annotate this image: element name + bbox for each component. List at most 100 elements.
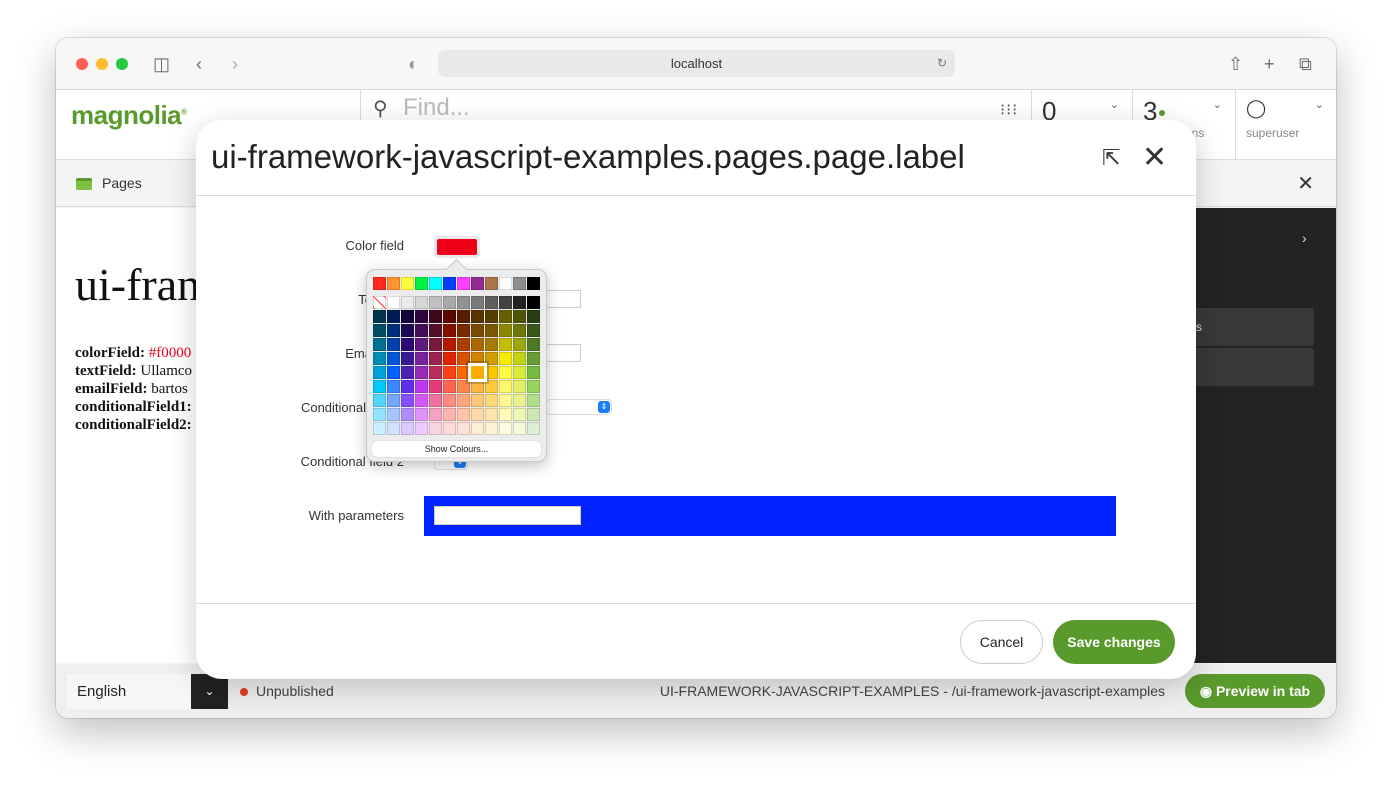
color-swatch[interactable] xyxy=(485,296,498,309)
color-swatch[interactable] xyxy=(471,422,484,435)
color-swatch[interactable] xyxy=(429,296,442,309)
color-swatch[interactable] xyxy=(373,366,386,379)
color-swatch[interactable] xyxy=(513,394,526,407)
color-swatch[interactable] xyxy=(387,296,400,309)
color-swatch[interactable] xyxy=(485,352,498,365)
email-field-input[interactable] xyxy=(546,344,581,362)
color-swatch[interactable] xyxy=(457,352,470,365)
color-swatch[interactable] xyxy=(499,296,512,309)
close-tab-icon[interactable]: ✕ xyxy=(1297,171,1314,196)
color-swatch[interactable] xyxy=(401,310,414,323)
color-swatch[interactable] xyxy=(485,277,498,290)
close-window-button[interactable] xyxy=(76,58,88,70)
color-swatch[interactable] xyxy=(457,296,470,309)
color-field-input[interactable] xyxy=(434,236,480,258)
color-swatch[interactable] xyxy=(513,380,526,393)
color-swatch[interactable] xyxy=(443,366,456,379)
color-swatch[interactable] xyxy=(485,338,498,351)
language-select[interactable]: English xyxy=(67,674,191,709)
color-swatch[interactable] xyxy=(527,338,540,351)
color-swatch[interactable] xyxy=(527,408,540,421)
color-swatch[interactable] xyxy=(513,277,526,290)
conditional-field-1-select[interactable]: ⇕ xyxy=(546,399,612,415)
app-launcher-icon[interactable]: ⁝⁝⁝ xyxy=(1000,100,1018,120)
color-swatch[interactable] xyxy=(373,338,386,351)
color-swatch[interactable] xyxy=(527,394,540,407)
color-swatch[interactable] xyxy=(415,338,428,351)
color-swatch[interactable] xyxy=(401,324,414,337)
color-swatch[interactable] xyxy=(429,394,442,407)
color-swatch[interactable] xyxy=(373,324,386,337)
chevron-right-icon[interactable]: › xyxy=(1302,230,1307,246)
color-swatch[interactable] xyxy=(513,338,526,351)
tab-pages[interactable]: Pages xyxy=(76,175,142,191)
address-bar[interactable]: localhost ↻ xyxy=(438,50,955,77)
color-swatch[interactable] xyxy=(513,310,526,323)
color-swatch[interactable] xyxy=(443,380,456,393)
color-swatch[interactable] xyxy=(401,380,414,393)
new-tab-icon[interactable]: + xyxy=(1264,52,1275,76)
color-swatch[interactable] xyxy=(527,380,540,393)
color-swatch[interactable] xyxy=(457,422,470,435)
color-swatch[interactable] xyxy=(513,408,526,421)
color-swatch[interactable] xyxy=(373,352,386,365)
color-swatch[interactable] xyxy=(499,277,512,290)
language-dropdown-button[interactable]: ⌄ xyxy=(191,674,228,709)
color-swatch[interactable] xyxy=(513,296,526,309)
color-swatch[interactable] xyxy=(527,422,540,435)
color-swatch[interactable] xyxy=(401,338,414,351)
color-swatch[interactable] xyxy=(485,422,498,435)
color-swatch[interactable] xyxy=(401,296,414,309)
color-swatch[interactable] xyxy=(513,324,526,337)
color-swatch[interactable] xyxy=(387,310,400,323)
color-swatch[interactable] xyxy=(485,310,498,323)
shield-icon[interactable]: ◐ xyxy=(408,52,419,76)
color-swatch[interactable] xyxy=(471,408,484,421)
color-swatch[interactable] xyxy=(513,422,526,435)
action-item[interactable] xyxy=(1194,348,1314,386)
color-swatch[interactable] xyxy=(457,338,470,351)
color-swatch[interactable] xyxy=(499,408,512,421)
color-swatch[interactable] xyxy=(415,394,428,407)
color-swatch[interactable] xyxy=(443,408,456,421)
color-swatch[interactable] xyxy=(373,394,386,407)
color-swatch[interactable] xyxy=(485,366,498,379)
color-swatch[interactable] xyxy=(387,338,400,351)
color-swatch[interactable] xyxy=(415,277,428,290)
color-swatch[interactable] xyxy=(499,380,512,393)
color-swatch[interactable] xyxy=(401,352,414,365)
color-swatch[interactable] xyxy=(429,338,442,351)
color-swatch[interactable] xyxy=(527,324,540,337)
color-swatch[interactable] xyxy=(457,380,470,393)
color-swatch[interactable] xyxy=(499,338,512,351)
color-swatch[interactable] xyxy=(415,310,428,323)
color-swatch[interactable] xyxy=(443,422,456,435)
color-swatch[interactable] xyxy=(485,324,498,337)
color-swatch[interactable] xyxy=(429,277,442,290)
color-swatch[interactable] xyxy=(457,277,470,290)
color-swatch[interactable] xyxy=(499,310,512,323)
zoom-window-button[interactable] xyxy=(116,58,128,70)
color-swatch[interactable] xyxy=(373,380,386,393)
color-swatch[interactable] xyxy=(429,380,442,393)
color-swatch[interactable] xyxy=(499,324,512,337)
close-dialog-icon[interactable]: ✕ xyxy=(1142,140,1167,175)
color-swatch[interactable] xyxy=(401,277,414,290)
color-swatch[interactable] xyxy=(443,338,456,351)
color-swatch[interactable] xyxy=(373,408,386,421)
color-swatch[interactable] xyxy=(429,366,442,379)
color-swatch[interactable] xyxy=(429,422,442,435)
color-swatch[interactable] xyxy=(485,408,498,421)
color-swatch[interactable] xyxy=(471,296,484,309)
color-swatch[interactable] xyxy=(415,352,428,365)
color-swatch[interactable] xyxy=(499,366,512,379)
color-swatch[interactable] xyxy=(373,310,386,323)
color-swatch[interactable] xyxy=(457,366,470,379)
action-item[interactable]: s xyxy=(1194,308,1314,346)
color-swatch[interactable] xyxy=(387,324,400,337)
color-swatch[interactable] xyxy=(457,310,470,323)
color-swatch[interactable] xyxy=(373,422,386,435)
color-swatch[interactable] xyxy=(443,310,456,323)
reload-icon[interactable]: ↻ xyxy=(937,50,947,77)
color-swatch[interactable] xyxy=(527,310,540,323)
